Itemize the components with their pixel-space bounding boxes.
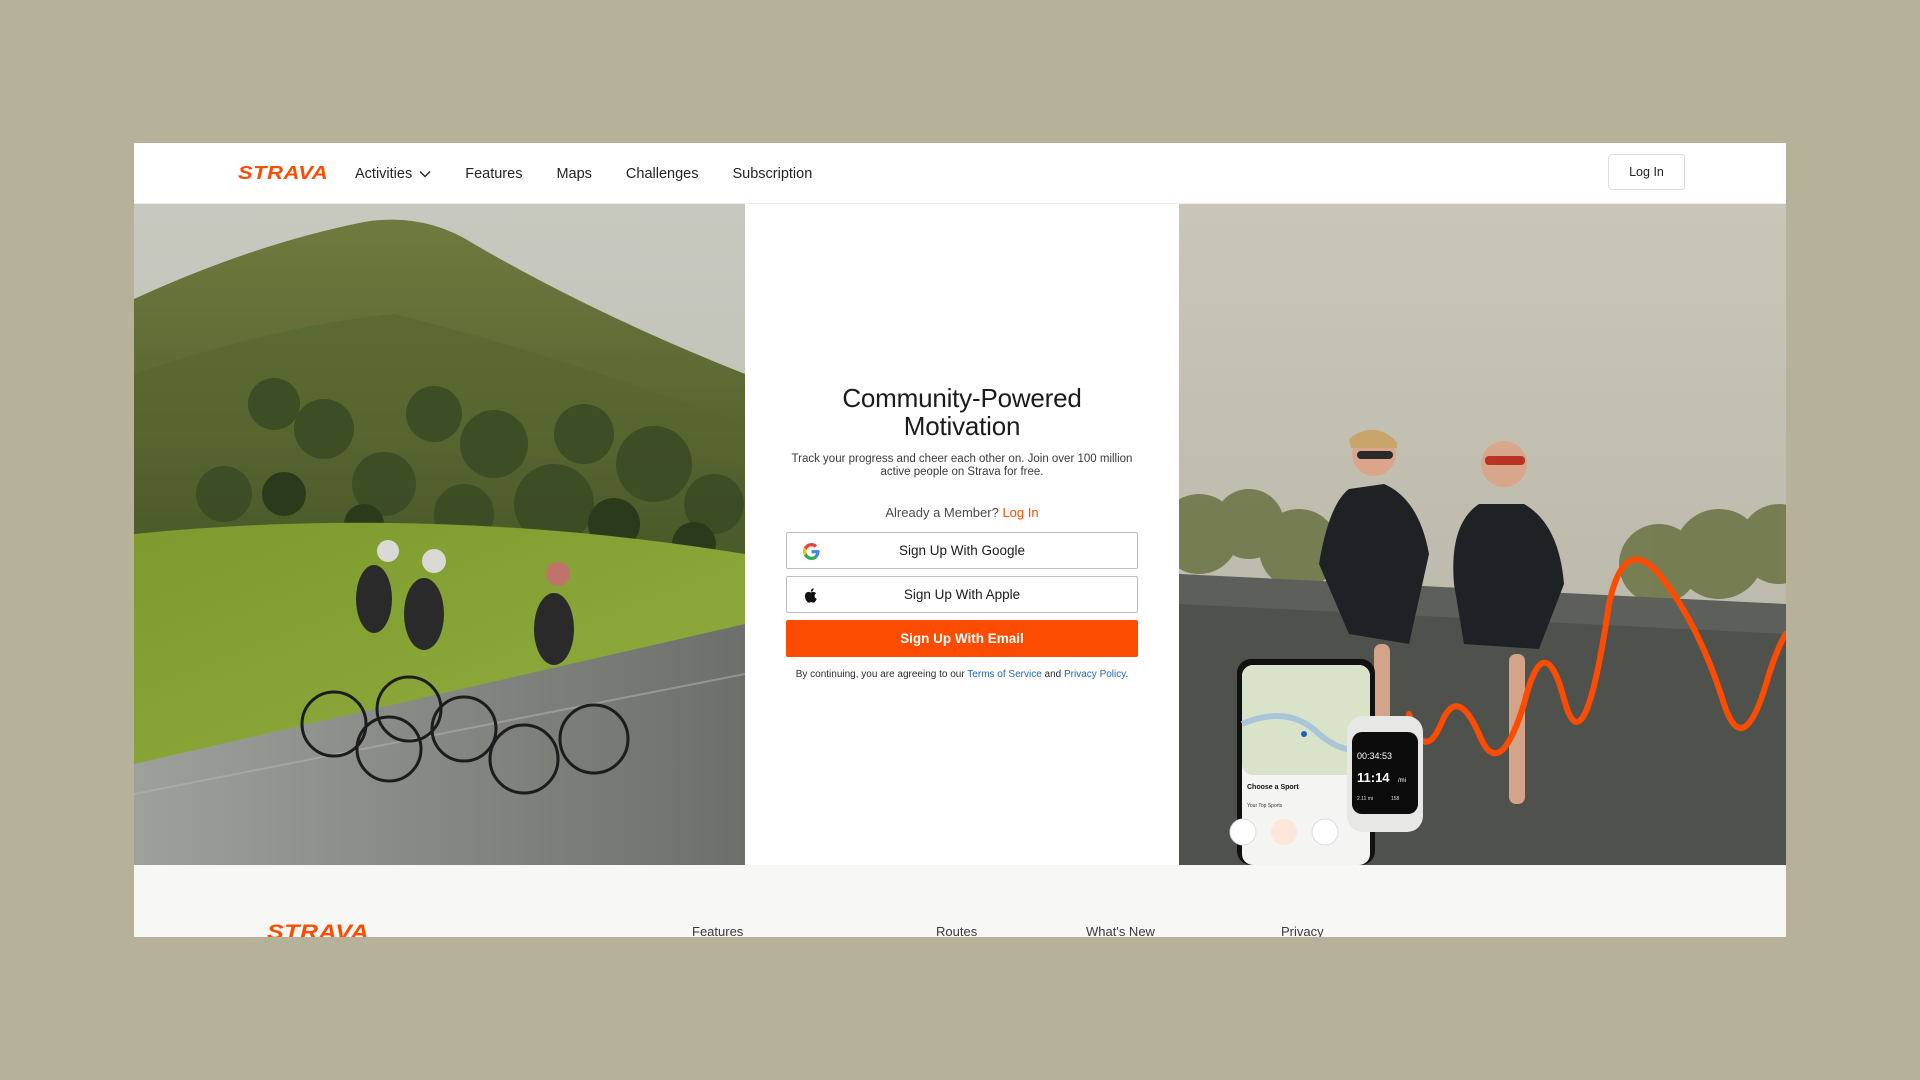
signup-panel: Community-Powered Motivation Track your … (745, 204, 1179, 865)
terms-and: and (1044, 669, 1062, 680)
terms-suffix: . (1125, 669, 1129, 680)
watch-mockup: 00:34:53 11:14 /mi 2.11 mi 158 (1347, 716, 1423, 832)
hero-image-cyclists (134, 204, 745, 865)
apple-button-label: Sign Up With Apple (903, 587, 1021, 602)
terms-notice: By continuing, you are agreeing to our T… (786, 669, 1138, 680)
already-member-line: Already a Member? Log In (786, 505, 1138, 520)
phone-subheading: Your Top Sports (1247, 803, 1283, 809)
phone-heading: Choose a Sport (1247, 784, 1299, 791)
privacy-policy-link[interactable]: Privacy Policy (1064, 669, 1126, 680)
cyclists-photo (134, 204, 745, 865)
nav-subscription[interactable]: Subscription (732, 166, 812, 182)
header-login-button[interactable]: Log In (1608, 154, 1685, 190)
browser-window: STRAVA Activities Features Maps Challeng… (134, 143, 1786, 937)
signup-form: Community-Powered Motivation Track your … (786, 384, 1138, 680)
chevron-down-icon (419, 170, 431, 177)
hero-image-runners: Choose a Sport Your Top Sports 00:34:53 … (1179, 204, 1786, 865)
terms-prefix: By continuing, you are agreeing to our (795, 669, 965, 680)
nav-features[interactable]: Features (465, 166, 522, 182)
strava-logo[interactable]: STRAVA (238, 162, 328, 184)
main-nav: Activities Features Maps Challenges Subs… (355, 143, 846, 204)
signup-apple-button[interactable]: Sign Up With Apple (786, 576, 1138, 613)
watch-pace: 11:14 (1357, 770, 1390, 785)
watch-distance: 2.11 mi (1357, 796, 1373, 802)
nav-activities-label: Activities (355, 165, 413, 182)
signup-title: Community-Powered Motivation (842, 383, 1082, 441)
nav-maps[interactable]: Maps (556, 166, 591, 182)
member-login-link[interactable]: Log In (1002, 505, 1038, 520)
nav-activities[interactable]: Activities (355, 166, 431, 182)
signup-google-button[interactable]: Sign Up With Google (786, 532, 1138, 569)
footer-link-routes[interactable]: Routes (936, 924, 977, 937)
already-member-text: Already a Member? (885, 505, 999, 520)
signup-email-button[interactable]: Sign Up With Email (786, 620, 1138, 657)
site-footer: STRAVA Features Routes What's New Privac… (134, 865, 1786, 937)
terms-of-service-link[interactable]: Terms of Service (967, 669, 1041, 680)
google-icon (803, 543, 820, 560)
google-button-label: Sign Up With Google (898, 543, 1026, 558)
apple-icon (804, 588, 817, 603)
watch-elapsed: 00:34:53 (1357, 751, 1392, 761)
footer-link-privacy[interactable]: Privacy (1281, 924, 1324, 937)
runners-photo: Choose a Sport Your Top Sports 00:34:53 … (1179, 204, 1786, 865)
signup-subtitle: Track your progress and cheer each other… (791, 453, 1133, 478)
footer-strava-logo[interactable]: STRAVA (267, 920, 369, 937)
footer-link-features[interactable]: Features (692, 924, 743, 937)
watch-heart-rate: 158 (1391, 796, 1400, 802)
nav-challenges[interactable]: Challenges (626, 166, 699, 182)
watch-pace-unit: /mi (1398, 778, 1406, 784)
footer-link-whats-new[interactable]: What's New (1086, 924, 1155, 937)
site-header: STRAVA Activities Features Maps Challeng… (134, 143, 1786, 204)
